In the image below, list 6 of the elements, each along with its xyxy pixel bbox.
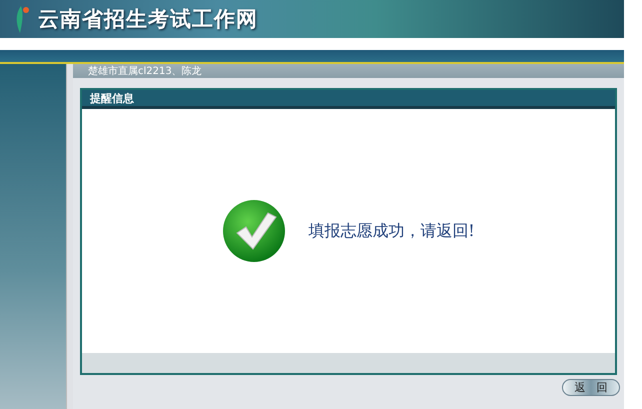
panel-title: 提醒信息 xyxy=(90,90,134,106)
back-button[interactable]: 返 回 xyxy=(562,379,620,396)
success-message: 填报志愿成功，请返回! xyxy=(308,220,475,242)
site-title: 云南省招生考试工作网 xyxy=(38,6,258,33)
user-info: 楚雄市直属cl2213、陈龙 xyxy=(88,64,202,78)
check-icon xyxy=(222,199,286,263)
